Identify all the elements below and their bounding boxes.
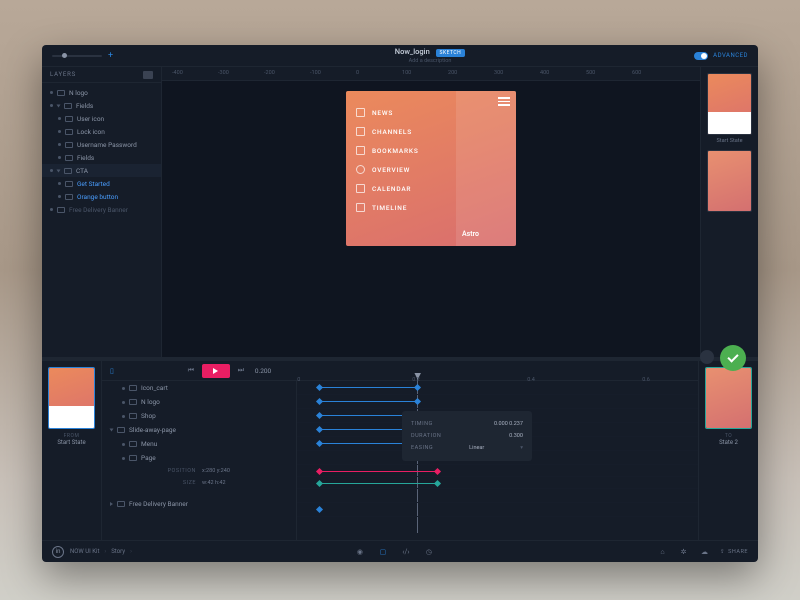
property-row[interactable]: SIZEw:42 h:42 [102, 477, 296, 489]
layer-item[interactable]: N logo [42, 86, 161, 99]
menu-icon [356, 165, 365, 174]
track-row[interactable]: Page [102, 451, 296, 465]
collapse-icon[interactable] [700, 350, 714, 364]
panel-toggle-icon[interactable]: ▯ [110, 367, 114, 375]
menu-icon [356, 184, 365, 193]
keyframe-lanes[interactable]: TIMING0.000 0.237 DURATION0.300 EASINGLi… [297, 381, 698, 540]
artboard-preview[interactable]: NEWSCHANNELSBOOKMARKSOVERVIEWCALENDARTIM… [346, 91, 516, 246]
from-state-name: Start State [48, 439, 95, 446]
menu-icon [356, 127, 365, 136]
menu-icon [356, 108, 365, 117]
layer-item[interactable]: Lock icon [42, 125, 161, 138]
menu-item: CHANNELS [356, 122, 446, 141]
to-state-thumb[interactable] [705, 367, 752, 429]
current-time: 0.200 [255, 367, 271, 375]
horizontal-ruler: -400-300-200-1000100200300400500600 [162, 67, 700, 81]
cloud-icon[interactable]: ☁ [699, 546, 710, 557]
thumb-label: Start State [707, 138, 752, 144]
play-button[interactable] [202, 364, 230, 378]
track-row[interactable]: Menu [102, 437, 296, 451]
folder-icon[interactable] [143, 71, 153, 79]
app-window: + Now_login SKETCH Add a description ADV… [42, 45, 758, 562]
eye-icon[interactable]: ◉ [354, 546, 365, 557]
bottombar: in NOW UI Kit › Story › ◉ ▢ ‹/› ◷ ⌂ ✲ ☁ … [42, 540, 758, 562]
confirm-button[interactable] [720, 345, 746, 371]
state-thumbnail[interactable] [707, 150, 752, 212]
menu-item: CALENDAR [356, 179, 446, 198]
breadcrumb: NOW UI Kit › Story › [70, 548, 132, 555]
track-row[interactable]: Slide-away-page [102, 423, 296, 437]
track-row[interactable]: Icon_cart [102, 381, 296, 395]
state-thumbnail[interactable] [707, 73, 752, 135]
states-rail: Start State [700, 67, 758, 357]
share-button[interactable]: ⇪SHARE [720, 549, 748, 555]
layer-item[interactable]: Get Started [42, 177, 161, 190]
layer-item[interactable]: Free Delivery Banner [42, 203, 161, 216]
settings-icon[interactable]: ✲ [678, 546, 689, 557]
canvas[interactable]: NEWSCHANNELSBOOKMARKSOVERVIEWCALENDARTIM… [162, 81, 700, 357]
sketch-badge: SKETCH [436, 49, 466, 57]
step-forward-button[interactable]: ⏭ [236, 366, 246, 376]
menu-item: BOOKMARKS [356, 141, 446, 160]
menu-icon [356, 203, 365, 212]
from-state-thumb[interactable] [48, 367, 95, 429]
headline-text: Astro [462, 230, 479, 238]
comment-icon[interactable]: ▢ [377, 546, 388, 557]
document-title[interactable]: Now_login [395, 47, 430, 56]
document-subtitle[interactable]: Add a description [192, 58, 668, 64]
zoom-slider[interactable] [52, 55, 102, 57]
breadcrumb-item[interactable]: NOW UI Kit [70, 548, 99, 555]
add-icon[interactable]: + [108, 51, 113, 61]
layer-item[interactable]: CTA [42, 164, 161, 177]
layers-title: LAYERS [50, 71, 76, 78]
panel-divider[interactable] [42, 357, 758, 360]
layers-panel: LAYERS N logoFieldsUser iconLock iconUse… [42, 67, 162, 357]
track-row[interactable]: Shop [102, 409, 296, 423]
layer-item[interactable]: Fields [42, 99, 161, 112]
layer-item[interactable]: Fields [42, 151, 161, 164]
history-icon[interactable]: ◷ [423, 546, 434, 557]
breadcrumb-item[interactable]: Story [111, 548, 125, 555]
canvas-area: -400-300-200-1000100200300400500600 NEWS… [162, 67, 700, 357]
track-list: Icon_cartN logoShopSlide-away-pageMenuPa… [102, 381, 297, 540]
menu-icon [356, 146, 365, 155]
layers-tree: N logoFieldsUser iconLock iconUsername P… [42, 83, 161, 357]
layer-item[interactable]: Username Password [42, 138, 161, 151]
step-back-button[interactable]: ⏮ [186, 366, 196, 376]
invision-logo-icon[interactable]: in [52, 546, 64, 558]
timeline-panel: FROM Start State ▯ ⏮ ⏭ 0.200 00.20.40.6 … [42, 360, 758, 540]
layer-item[interactable]: Orange button [42, 190, 161, 203]
property-row[interactable]: POSITIONx:280 y:240 [102, 465, 296, 477]
keyframe-tooltip: TIMING0.000 0.237 DURATION0.300 EASINGLi… [402, 411, 532, 461]
home-icon[interactable]: ⌂ [657, 546, 668, 557]
to-state-name: State 2 [705, 439, 752, 446]
code-icon[interactable]: ‹/› [400, 546, 411, 557]
track-row[interactable]: N logo [102, 395, 296, 409]
advanced-toggle[interactable] [694, 52, 708, 60]
layer-item[interactable]: User icon [42, 112, 161, 125]
topbar: + Now_login SKETCH Add a description ADV… [42, 45, 758, 67]
menu-item: TIMELINE [356, 198, 446, 217]
track-row[interactable]: Free Delivery Banner [102, 497, 296, 511]
advanced-label: ADVANCED [713, 52, 748, 59]
menu-item: NEWS [356, 103, 446, 122]
menu-item: OVERVIEW [356, 160, 446, 179]
hamburger-icon [498, 97, 510, 105]
